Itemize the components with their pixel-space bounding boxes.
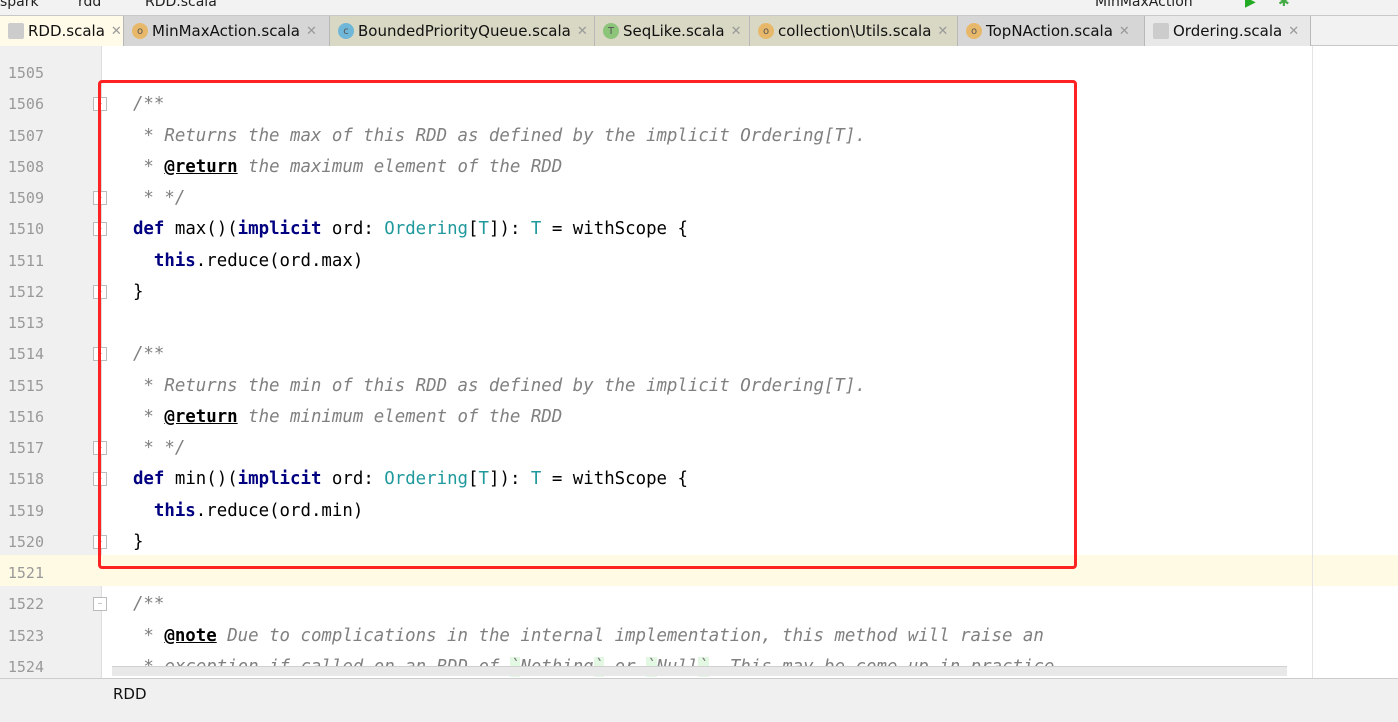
line-number: 1518 xyxy=(7,470,44,489)
run-config-select[interactable]: MinMaxAction xyxy=(1095,0,1193,10)
tab-label: MinMaxAction.scala xyxy=(152,22,300,40)
class-icon: c xyxy=(338,23,354,39)
breadcrumb-file[interactable]: RDD.scala xyxy=(145,0,217,10)
tab-label: SeqLike.scala xyxy=(623,22,725,40)
line-number: 1510 xyxy=(7,220,44,239)
breadcrumb-rdd[interactable]: rdd xyxy=(78,0,101,10)
tab-label: TopNAction.scala xyxy=(986,22,1113,40)
scala-file-icon xyxy=(1153,23,1169,39)
code-token: /** xyxy=(112,594,165,615)
breadcrumb: spark rdd RDD.scala MinMaxAction ▶ ✱ xyxy=(0,0,1398,15)
line-number: 1522 xyxy=(7,595,44,614)
close-tab-icon[interactable]: ✕ xyxy=(1119,24,1130,39)
line-number: 1523 xyxy=(7,626,44,645)
context-label[interactable]: RDD xyxy=(113,685,147,703)
line-number: 1513 xyxy=(7,314,44,333)
tab-label: collection\Utils.scala xyxy=(778,22,932,40)
debug-icon[interactable]: ✱ xyxy=(1278,0,1290,10)
tab-seqlike-scala[interactable]: T SeqLike.scala ✕ xyxy=(595,16,750,46)
line-number: 1506 xyxy=(7,95,44,114)
run-icon[interactable]: ▶ xyxy=(1245,0,1256,10)
object-icon: o xyxy=(132,23,148,39)
line-number: 1521 xyxy=(7,564,44,583)
tab-collection-utils-scala[interactable]: o collection\Utils.scala ✕ xyxy=(750,16,958,46)
close-tab-icon[interactable]: ✕ xyxy=(937,24,948,39)
horizontal-scrollbar[interactable] xyxy=(112,666,1287,676)
line-number: 1516 xyxy=(7,407,44,426)
line-number: 1517 xyxy=(7,439,44,458)
line-number: 1508 xyxy=(7,157,44,176)
code-token: @note xyxy=(164,625,217,646)
code-line: * @note Due to complications in the inte… xyxy=(112,621,1044,652)
line-number: 1507 xyxy=(7,126,44,145)
line-number: 1520 xyxy=(7,532,44,551)
tab-rdd-scala[interactable]: RDD.scala ✕ xyxy=(0,16,124,46)
line-number: 1519 xyxy=(7,501,44,520)
close-tab-icon[interactable]: ✕ xyxy=(306,24,317,39)
breadcrumb-spark[interactable]: spark xyxy=(0,0,39,10)
scala-file-icon xyxy=(8,23,24,39)
line-number: 1505 xyxy=(7,64,44,82)
line-number: 1515 xyxy=(7,376,44,395)
object-icon: o xyxy=(966,23,982,39)
tab-label: Ordering.scala xyxy=(1173,22,1283,40)
right-margin-guide xyxy=(1312,46,1313,678)
tab-ordering-scala[interactable]: Ordering.scala ✕ xyxy=(1145,16,1311,46)
line-number: 1514 xyxy=(7,345,44,364)
breadcrumb-bar: RDD xyxy=(0,678,1398,722)
highlight-box xyxy=(98,80,1077,569)
code-token: Due to complications in the internal imp… xyxy=(216,625,1044,646)
close-tab-icon[interactable]: ✕ xyxy=(111,24,122,39)
tab-minmaxaction-scala[interactable]: o MinMaxAction.scala ✕ xyxy=(124,16,330,46)
tab-label: RDD.scala xyxy=(28,22,105,40)
line-number: 1511 xyxy=(7,251,44,270)
line-number: 1512 xyxy=(7,282,44,301)
close-tab-icon[interactable]: ✕ xyxy=(731,24,742,39)
object-icon: o xyxy=(758,23,774,39)
tab-topnaction-scala[interactable]: o TopNAction.scala ✕ xyxy=(958,16,1145,46)
fold-icon[interactable]: – xyxy=(93,597,107,612)
line-number: 1509 xyxy=(7,189,44,208)
close-tab-icon[interactable]: ✕ xyxy=(577,24,588,39)
tab-label: BoundedPriorityQueue.scala xyxy=(358,22,571,40)
code-line: /** xyxy=(112,589,164,620)
close-tab-icon[interactable]: ✕ xyxy=(1288,24,1299,39)
tab-boundedpriorityqueue-scala[interactable]: c BoundedPriorityQueue.scala ✕ xyxy=(330,16,595,46)
trait-icon: T xyxy=(603,23,619,39)
editor-tabs: RDD.scala ✕ o MinMaxAction.scala ✕ c BoundedPr… xyxy=(0,15,1398,46)
code-token: * xyxy=(112,625,165,646)
